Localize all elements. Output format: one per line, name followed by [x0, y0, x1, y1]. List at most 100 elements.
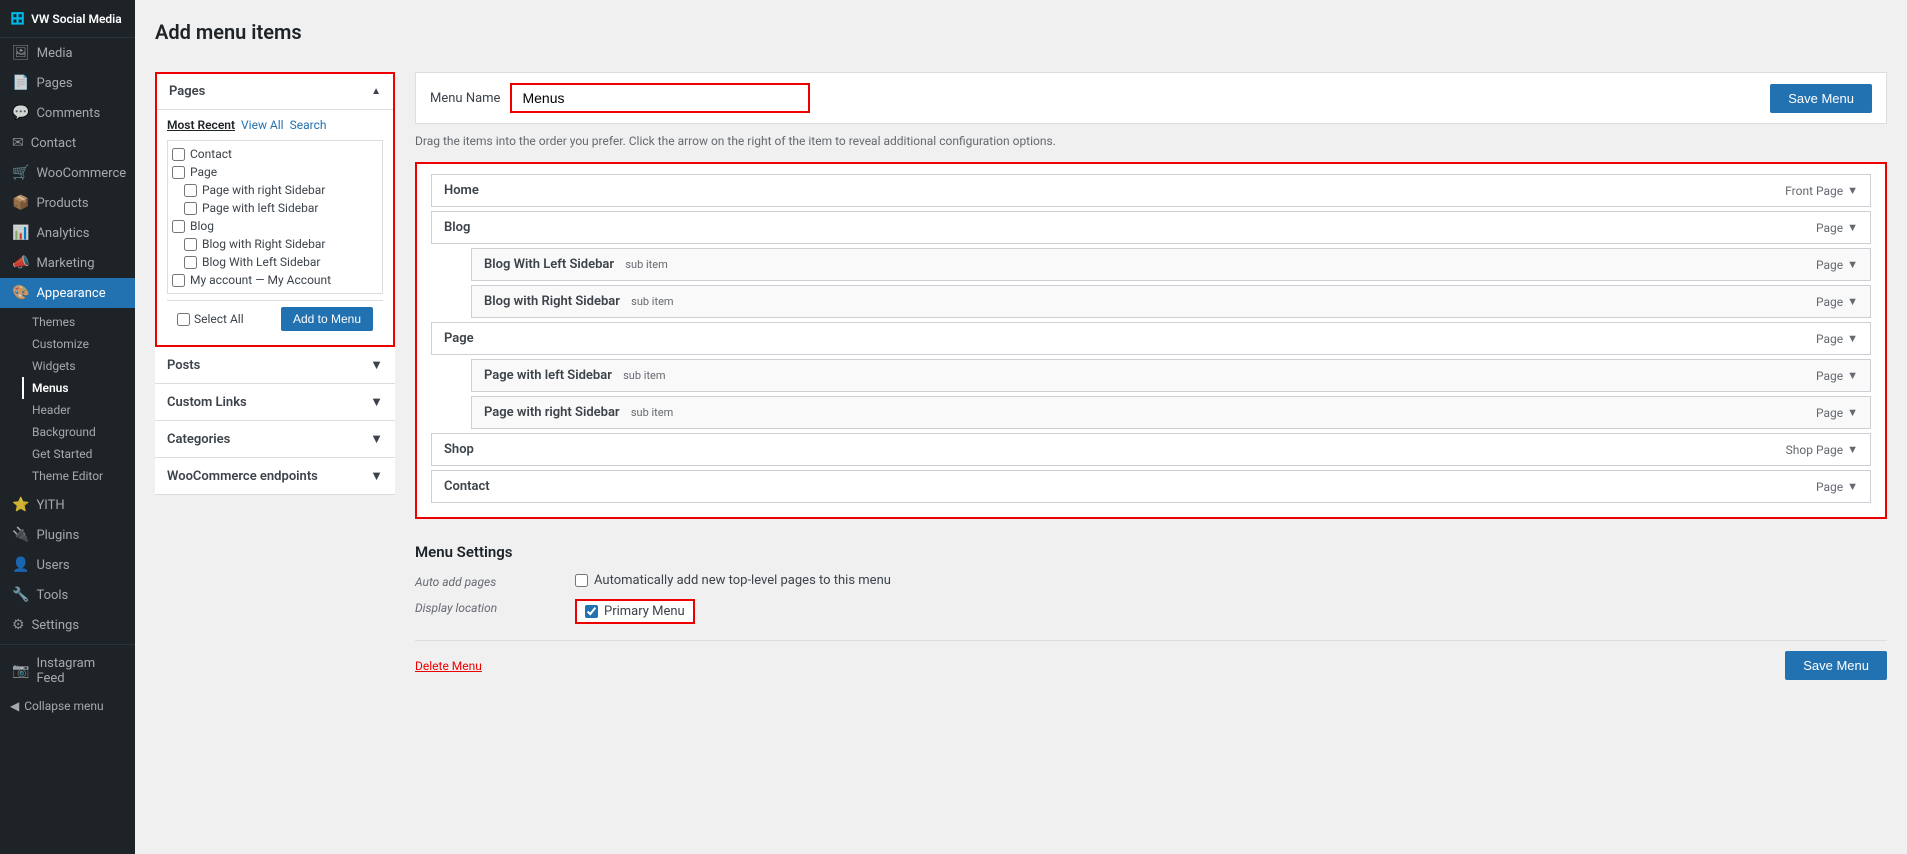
chevron-down-icon[interactable]: ▼ — [1847, 443, 1858, 456]
sidebar-item-woocommerce[interactable]: 🛒 WooCommerce — [0, 158, 135, 188]
menu-name-label: Menu Name — [430, 91, 500, 106]
auto-add-checkbox-row[interactable]: Automatically add new top-level pages to… — [575, 573, 891, 588]
sidebar-sub-themes[interactable]: Themes — [22, 311, 135, 333]
tab-most-recent[interactable]: Most Recent — [167, 118, 235, 132]
menu-item-page-left-sidebar-label: Page with left Sidebar sub item — [484, 368, 666, 383]
sidebar-item-yith[interactable]: ⭐ YITH — [0, 490, 135, 520]
delete-menu-link[interactable]: Delete Menu — [415, 659, 482, 673]
save-menu-button-bottom[interactable]: Save Menu — [1785, 651, 1887, 680]
sidebar-item-instagram-feed[interactable]: 📷 Instagram Feed — [0, 649, 135, 693]
select-all-label[interactable]: Select All — [177, 312, 244, 326]
add-menu-items-panel: Pages ▲ Most Recent View All Search C — [155, 72, 395, 680]
collapse-menu-button[interactable]: ◀ Collapse menu — [0, 693, 135, 719]
primary-menu-label: Primary Menu — [604, 604, 685, 619]
woo-endpoints-header[interactable]: WooCommerce endpoints ▼ — [155, 458, 395, 494]
checkbox-contact[interactable] — [172, 148, 185, 161]
menu-item-shop[interactable]: Shop Shop Page ▼ — [431, 433, 1871, 466]
page-list-label: Page with right Sidebar — [202, 183, 325, 197]
pages-panel-footer: Select All Add to Menu — [167, 300, 383, 337]
sidebar-sub-get-started[interactable]: Get Started — [22, 443, 135, 465]
auto-add-checkbox[interactable] — [575, 574, 588, 587]
menu-settings: Menu Settings Auto add pages Automatical… — [415, 543, 1887, 680]
custom-links-arrow: ▼ — [370, 394, 383, 410]
sidebar-item-comments[interactable]: 💬 Comments — [0, 98, 135, 128]
auto-add-content: Automatically add new top-level pages to… — [575, 573, 891, 588]
categories-label: Categories — [167, 432, 230, 447]
sidebar-sub-header[interactable]: Header — [22, 399, 135, 421]
chevron-down-icon[interactable]: ▼ — [1847, 332, 1858, 345]
menu-item-page-right-sidebar-label: Page with right Sidebar sub item — [484, 405, 673, 420]
menu-item-page-left-sidebar[interactable]: Page with left Sidebar sub item Page ▼ — [471, 359, 1871, 392]
menu-item-page-right-sidebar-type: Page ▼ — [1816, 406, 1858, 420]
right-column: Menu Name Save Menu Drag the items into … — [415, 72, 1887, 680]
menu-item-home[interactable]: Home Front Page ▼ — [431, 174, 1871, 207]
sidebar-item-settings[interactable]: ⚙ Settings — [0, 610, 135, 640]
media-icon: 🖼 — [12, 45, 30, 61]
sub-item-label: sub item — [623, 369, 665, 382]
sidebar-sub-customize[interactable]: Customize — [22, 333, 135, 355]
wp-icon: ⊞ — [10, 8, 25, 29]
chevron-down-icon[interactable]: ▼ — [1847, 480, 1858, 493]
tools-icon: 🔧 — [12, 587, 29, 603]
page-list-label: Blog with Right Sidebar — [202, 237, 325, 251]
menu-item-page-right-sidebar[interactable]: Page with right Sidebar sub item Page ▼ — [471, 396, 1871, 429]
tab-view-all[interactable]: View All — [241, 118, 284, 132]
checkbox-my-account[interactable] — [172, 274, 185, 287]
categories-header[interactable]: Categories ▼ — [155, 421, 395, 457]
add-to-menu-button[interactable]: Add to Menu — [281, 307, 373, 331]
chevron-down-icon[interactable]: ▼ — [1847, 258, 1858, 271]
chevron-down-icon[interactable]: ▼ — [1847, 369, 1858, 382]
checkbox-blog-left-sidebar[interactable] — [184, 256, 197, 269]
menu-item-blog-right-sidebar[interactable]: Blog with Right Sidebar sub item Page ▼ — [471, 285, 1871, 318]
sidebar-item-appearance[interactable]: 🎨 Appearance — [0, 278, 135, 308]
menu-item-shop-type: Shop Page ▼ — [1786, 443, 1858, 457]
list-item-page-right-sidebar: Page with right Sidebar — [172, 181, 378, 199]
sidebar-sub-menus[interactable]: Menus — [22, 377, 135, 399]
menu-item-shop-label: Shop — [444, 442, 474, 457]
sidebar-sub-theme-editor[interactable]: Theme Editor — [22, 465, 135, 487]
select-all-checkbox[interactable] — [177, 313, 190, 326]
sidebar-divider — [0, 644, 135, 645]
pages-arrow-up: ▲ — [371, 86, 381, 97]
sidebar-item-contact[interactable]: ✉ Contact — [0, 128, 135, 158]
checkbox-blog-right-sidebar[interactable] — [184, 238, 197, 251]
sidebar-item-plugins[interactable]: 🔌 Plugins — [0, 520, 135, 550]
primary-menu-checkbox[interactable] — [585, 605, 598, 618]
custom-links-header[interactable]: Custom Links ▼ — [155, 384, 395, 420]
menu-item-page[interactable]: Page Page ▼ — [431, 322, 1871, 355]
sidebar-item-users[interactable]: 👤 Users — [0, 550, 135, 580]
tab-search[interactable]: Search — [290, 118, 327, 132]
pages-label: Pages — [169, 84, 205, 99]
auto-add-label: Auto add pages — [415, 573, 575, 589]
sidebar-item-pages[interactable]: 📄 Pages — [0, 68, 135, 98]
save-menu-button-top[interactable]: Save Menu — [1770, 84, 1872, 113]
sidebar-item-analytics[interactable]: 📊 Analytics — [0, 218, 135, 248]
categories-section: Categories ▼ — [155, 421, 395, 458]
page-list-label: Page with left Sidebar — [202, 201, 318, 215]
sidebar-item-marketing[interactable]: 📣 Marketing — [0, 248, 135, 278]
marketing-icon: 📣 — [12, 255, 29, 271]
pages-accordion-header[interactable]: Pages ▲ — [157, 74, 393, 109]
menu-item-blog-left-sidebar[interactable]: Blog With Left Sidebar sub item Page ▼ — [471, 248, 1871, 281]
menu-item-contact-label: Contact — [444, 479, 490, 494]
checkbox-page-right-sidebar[interactable] — [184, 184, 197, 197]
checkbox-page[interactable] — [172, 166, 185, 179]
sidebar-sub-widgets[interactable]: Widgets — [22, 355, 135, 377]
menu-item-contact[interactable]: Contact Page ▼ — [431, 470, 1871, 503]
checkbox-blog[interactable] — [172, 220, 185, 233]
menu-name-input[interactable] — [510, 83, 810, 113]
sidebar-item-products[interactable]: 📦 Products — [0, 188, 135, 218]
chevron-down-icon[interactable]: ▼ — [1847, 406, 1858, 419]
chevron-down-icon[interactable]: ▼ — [1847, 221, 1858, 234]
posts-header[interactable]: Posts ▼ — [155, 347, 395, 383]
chevron-down-icon[interactable]: ▼ — [1847, 295, 1858, 308]
comments-icon: 💬 — [12, 105, 29, 121]
sidebar-item-tools[interactable]: 🔧 Tools — [0, 580, 135, 610]
page-list-label: Blog — [190, 219, 214, 233]
menu-item-blog[interactable]: Blog Page ▼ — [431, 211, 1871, 244]
checkbox-page-left-sidebar[interactable] — [184, 202, 197, 215]
chevron-down-icon[interactable]: ▼ — [1847, 184, 1858, 197]
appearance-submenu: Themes Customize Widgets Menus Header Ba… — [0, 308, 135, 490]
sidebar-item-media[interactable]: 🖼 Media — [0, 38, 135, 68]
sidebar-sub-background[interactable]: Background — [22, 421, 135, 443]
